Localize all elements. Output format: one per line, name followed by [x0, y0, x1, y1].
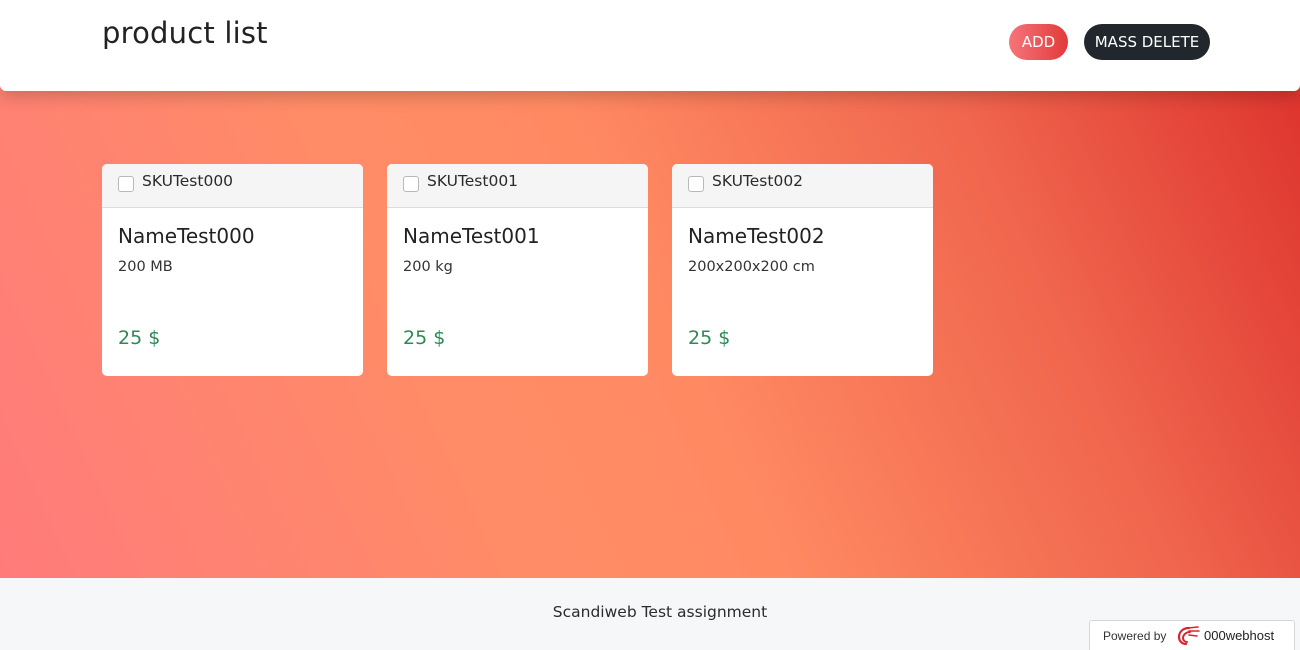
product-card: SKUTest002 NameTest002 200x200x200 cm 25…: [672, 164, 933, 376]
product-price: 25 $: [118, 327, 161, 349]
product-name: NameTest002: [688, 224, 825, 248]
header: product list ADD MASS DELETE: [0, 0, 1300, 91]
product-name: NameTest001: [403, 224, 540, 248]
product-card: SKUTest000 NameTest000 200 MB 25 $: [102, 164, 363, 376]
product-name: NameTest000: [118, 224, 255, 248]
delete-checkbox[interactable]: [403, 176, 419, 192]
product-attribute: 200 kg: [403, 259, 453, 275]
mass-delete-button[interactable]: MASS DELETE: [1084, 24, 1210, 60]
product-attribute: 200 MB: [118, 259, 173, 275]
powered-by-badge[interactable]: Powered by 000webhost: [1089, 620, 1295, 650]
product-price: 25 $: [403, 327, 446, 349]
product-attribute: 200x200x200 cm: [688, 259, 815, 275]
product-card-header: SKUTest002: [672, 164, 933, 208]
powered-by-label: Powered by: [1103, 629, 1167, 643]
000webhost-logo-icon: [1176, 626, 1202, 646]
powered-by-brand: 000webhost: [1204, 628, 1275, 643]
page-title: product list: [102, 16, 268, 50]
delete-checkbox[interactable]: [118, 176, 134, 192]
product-price: 25 $: [688, 327, 731, 349]
delete-checkbox[interactable]: [688, 176, 704, 192]
product-sku: SKUTest000: [142, 172, 234, 190]
product-sku: SKUTest002: [712, 172, 804, 190]
add-button[interactable]: ADD: [1009, 24, 1068, 60]
product-card: SKUTest001 NameTest001 200 kg 25 $: [387, 164, 648, 376]
product-card-header: SKUTest000: [102, 164, 363, 208]
footer-text: Scandiweb Test assignment: [552, 603, 768, 621]
product-card-header: SKUTest001: [387, 164, 648, 208]
product-sku: SKUTest001: [427, 172, 519, 190]
